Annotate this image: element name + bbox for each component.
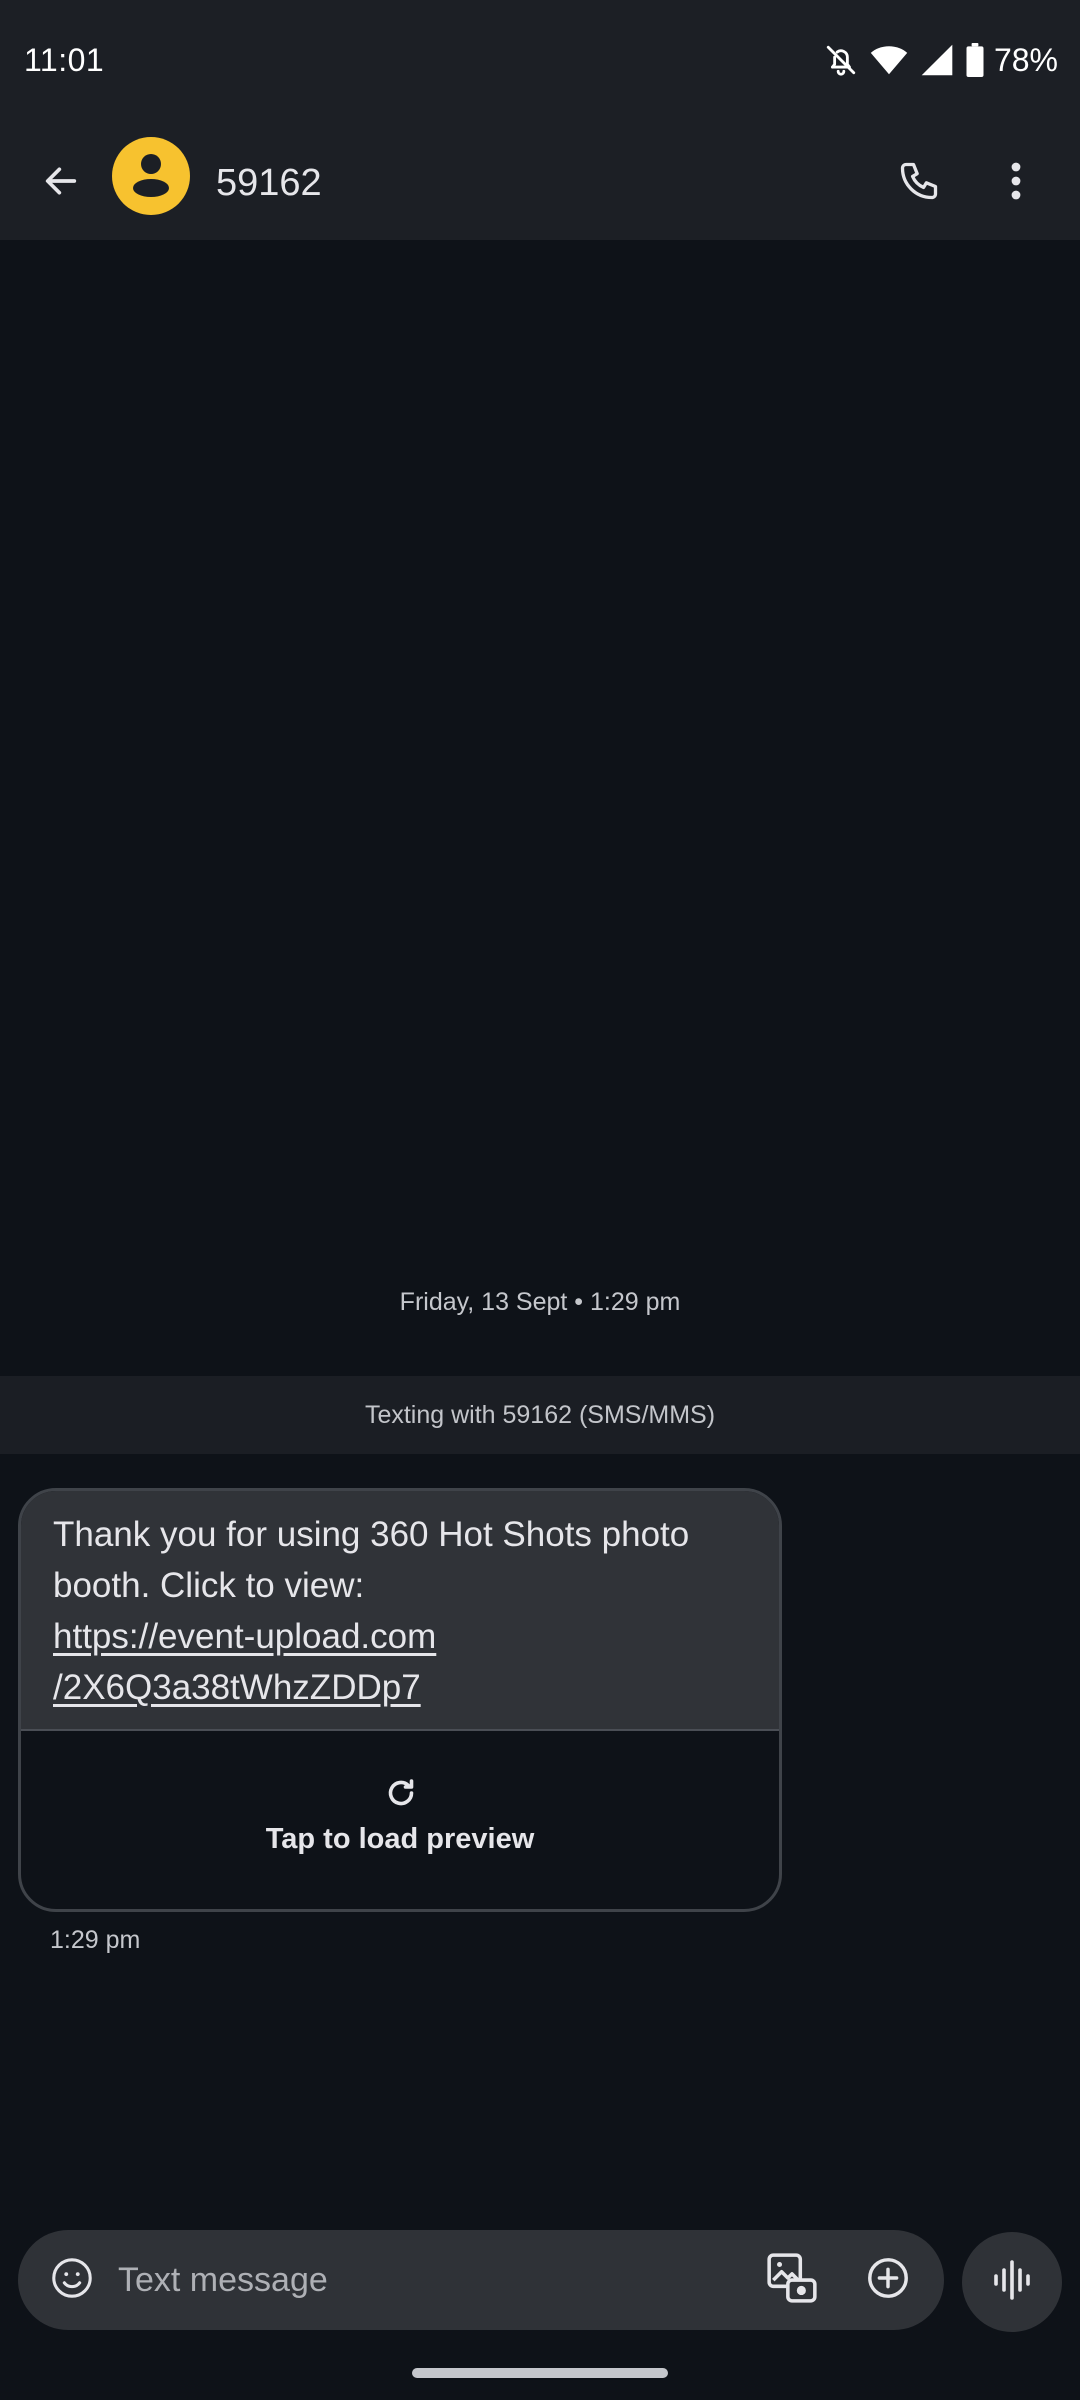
phone-icon (897, 159, 941, 208)
gallery-button[interactable] (760, 2248, 824, 2312)
gallery-camera-icon (765, 2251, 819, 2310)
avatar[interactable] (112, 137, 190, 215)
call-button[interactable] (884, 148, 954, 218)
preview-label: Tap to load preview (265, 1823, 535, 1855)
voice-message-button[interactable] (962, 2232, 1062, 2332)
message-text: Thank you for using 360 Hot Shots photo … (21, 1491, 779, 1729)
link-preview-button[interactable]: Tap to load preview (21, 1729, 779, 1909)
emoji-button[interactable] (42, 2250, 102, 2310)
status-icons: 78% (824, 40, 1058, 80)
emoji-icon (49, 2255, 95, 2306)
status-bar: 11:01 78% (0, 0, 1080, 126)
message-timestamp: 1:29 pm (50, 1926, 141, 1954)
add-circle-icon (865, 2255, 911, 2306)
date-header: Friday, 13 Sept • 1:29 pm (399, 1288, 681, 1316)
battery-icon (966, 43, 984, 77)
wifi-icon (870, 43, 908, 77)
back-arrow-icon (41, 161, 81, 206)
status-time: 11:01 (24, 42, 105, 78)
message-link-line1[interactable]: https://event-upload.com (53, 1617, 436, 1656)
notifications-off-icon (824, 43, 858, 77)
app-bar: 59162 (0, 126, 1080, 240)
texting-banner: Texting with 59162 (SMS/MMS) (0, 1376, 1080, 1454)
contact-name[interactable]: 59162 (216, 150, 322, 216)
voice-waveform-icon (992, 2258, 1032, 2307)
message-body: Thank you for using 360 Hot Shots photo … (53, 1515, 690, 1605)
more-vert-icon (1010, 161, 1022, 206)
conversation-area[interactable] (0, 240, 1080, 2230)
more-options-button[interactable] (986, 148, 1046, 218)
cell-signal-icon (920, 43, 954, 77)
compose-bar (18, 2230, 944, 2330)
add-attachment-button[interactable] (858, 2250, 918, 2310)
refresh-icon (383, 1775, 419, 1811)
message-input[interactable] (118, 2230, 738, 2330)
back-button[interactable] (28, 150, 94, 216)
navigation-handle[interactable] (412, 2368, 668, 2378)
battery-percent: 78% (993, 41, 1058, 78)
message-bubble[interactable]: Thank you for using 360 Hot Shots photo … (18, 1488, 782, 1912)
message-link-line2[interactable]: /2X6Q3a38tWhzZDDp7 (53, 1668, 421, 1707)
avatar-person-icon (112, 137, 190, 215)
